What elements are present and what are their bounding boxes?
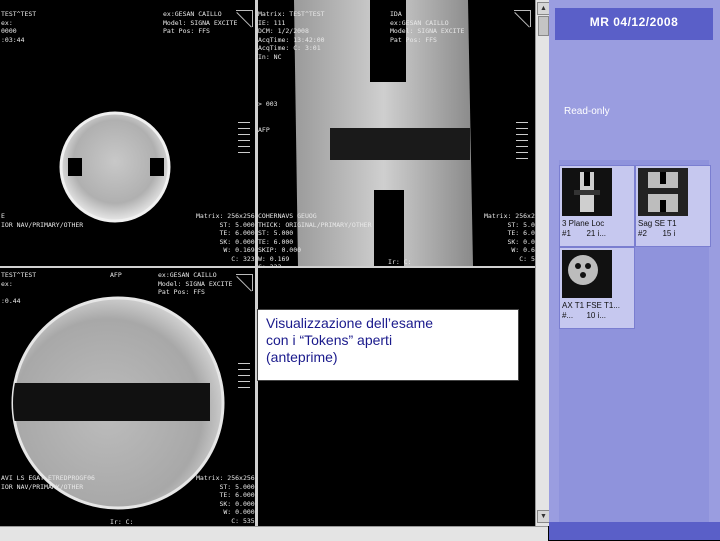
token-list: 3 Plane Loc #1 21 i... Sag SE T1 #2 15 i bbox=[559, 160, 711, 522]
overlay-bottom-right-info: Matrix: 256x256 ST: 5.000 TE: 6.000 SK: … bbox=[196, 212, 255, 263]
overlay-bottom-center-info: Ir: C: bbox=[110, 518, 134, 526]
overlay-bottom-right-info: Matrix: 256x256 ST: 5.000 TE: 6.000 SK: … bbox=[196, 474, 255, 525]
horizontal-scrollbar[interactable] bbox=[0, 526, 548, 541]
token-series-3[interactable]: AX T1 FSE T1... #... 10 i... bbox=[559, 247, 635, 329]
exam-sidebar: MR 04/12/2008 Read-only 3 Plane Loc #1 2… bbox=[549, 0, 720, 540]
overlay-top-left-info: TEST^TEST ex: 0000 :03:44 bbox=[1, 10, 37, 44]
viewport-top-right[interactable]: Matrix: TEST^TEST IE: 111 DCM: 1/2/2008 … bbox=[258, 0, 535, 266]
viewport-top-left[interactable]: TEST^TEST ex: 0000 :03:44 ex:GESAN CAILL… bbox=[0, 0, 255, 266]
corner-marker bbox=[514, 10, 531, 27]
token-label: Sag SE T1 #2 15 i bbox=[638, 219, 677, 238]
token-label: AX T1 FSE T1... #... 10 i... bbox=[562, 301, 620, 320]
overlay-top-right-info: ex:GESAN CAILLO Model: SIGNA EXCITE Pat … bbox=[158, 271, 233, 296]
token-thumbnail bbox=[562, 250, 612, 298]
exam-header[interactable]: MR 04/12/2008 bbox=[555, 8, 713, 40]
read-only-label: Read-only bbox=[564, 106, 610, 117]
sidebar-footer bbox=[549, 522, 720, 540]
token-series-1[interactable]: 3 Plane Loc #1 21 i... bbox=[559, 165, 635, 247]
token-thumbnail bbox=[638, 168, 688, 216]
viewport-bottom-right[interactable] bbox=[258, 268, 535, 526]
viewport-divider-horizontal bbox=[0, 266, 548, 268]
overlay-mid-left-info: > 003 AFP bbox=[258, 100, 278, 134]
token-thumbnail bbox=[562, 168, 612, 216]
token-series-2[interactable]: Sag SE T1 #2 15 i bbox=[635, 165, 711, 247]
viewport-bottom-left[interactable]: TEST^TEST ex: :0.44 AFP ex:GESAN CAILLO … bbox=[0, 268, 255, 526]
overlay-bottom-left-info: E IOR NAV/PRIMARY/OTHER bbox=[1, 212, 84, 229]
annotation-callout: Visualizzazione dell’esame con i “Tokens… bbox=[257, 309, 519, 381]
scale-ticks bbox=[516, 122, 528, 164]
overlay-top-left-info: TEST^TEST ex: :0.44 bbox=[1, 271, 37, 305]
overlay-bottom-left-info: COHERNAVS GEUOG THICK: ORIGINAL/PRIMARY/… bbox=[258, 212, 372, 266]
overlay-bottom-left-info: AVI LS EGAT ETREDPROGF06 IOR NAV/PRIMARY… bbox=[1, 474, 95, 491]
scroll-thumb[interactable] bbox=[538, 16, 549, 36]
scale-ticks bbox=[238, 363, 250, 393]
vertical-scrollbar[interactable]: ▲ ▼ bbox=[535, 0, 550, 526]
overlay-top-left-info: Matrix: TEST^TEST IE: 111 DCM: 1/2/2008 … bbox=[258, 10, 325, 61]
scale-ticks bbox=[238, 122, 250, 158]
overlay-bottom-right-info: Matrix: 256x256 ST: 5.000 TE: 6.000 SK: … bbox=[484, 212, 535, 263]
viewport-divider-vertical bbox=[255, 0, 258, 526]
overlay-top-right-info: IDA ex:GESAN CAILLO Model: SIGNA EXCITE … bbox=[390, 10, 465, 44]
token-label: 3 Plane Loc #1 21 i... bbox=[562, 219, 607, 238]
overlay-top-mid-info: AFP bbox=[110, 271, 122, 279]
corner-marker bbox=[236, 274, 253, 291]
overlay-bottom-center-info: Ir: C: bbox=[388, 258, 412, 266]
corner-marker bbox=[236, 10, 253, 27]
overlay-top-right-info: ex:GESAN CAILLO Model: SIGNA EXCITE Pat … bbox=[163, 10, 238, 35]
